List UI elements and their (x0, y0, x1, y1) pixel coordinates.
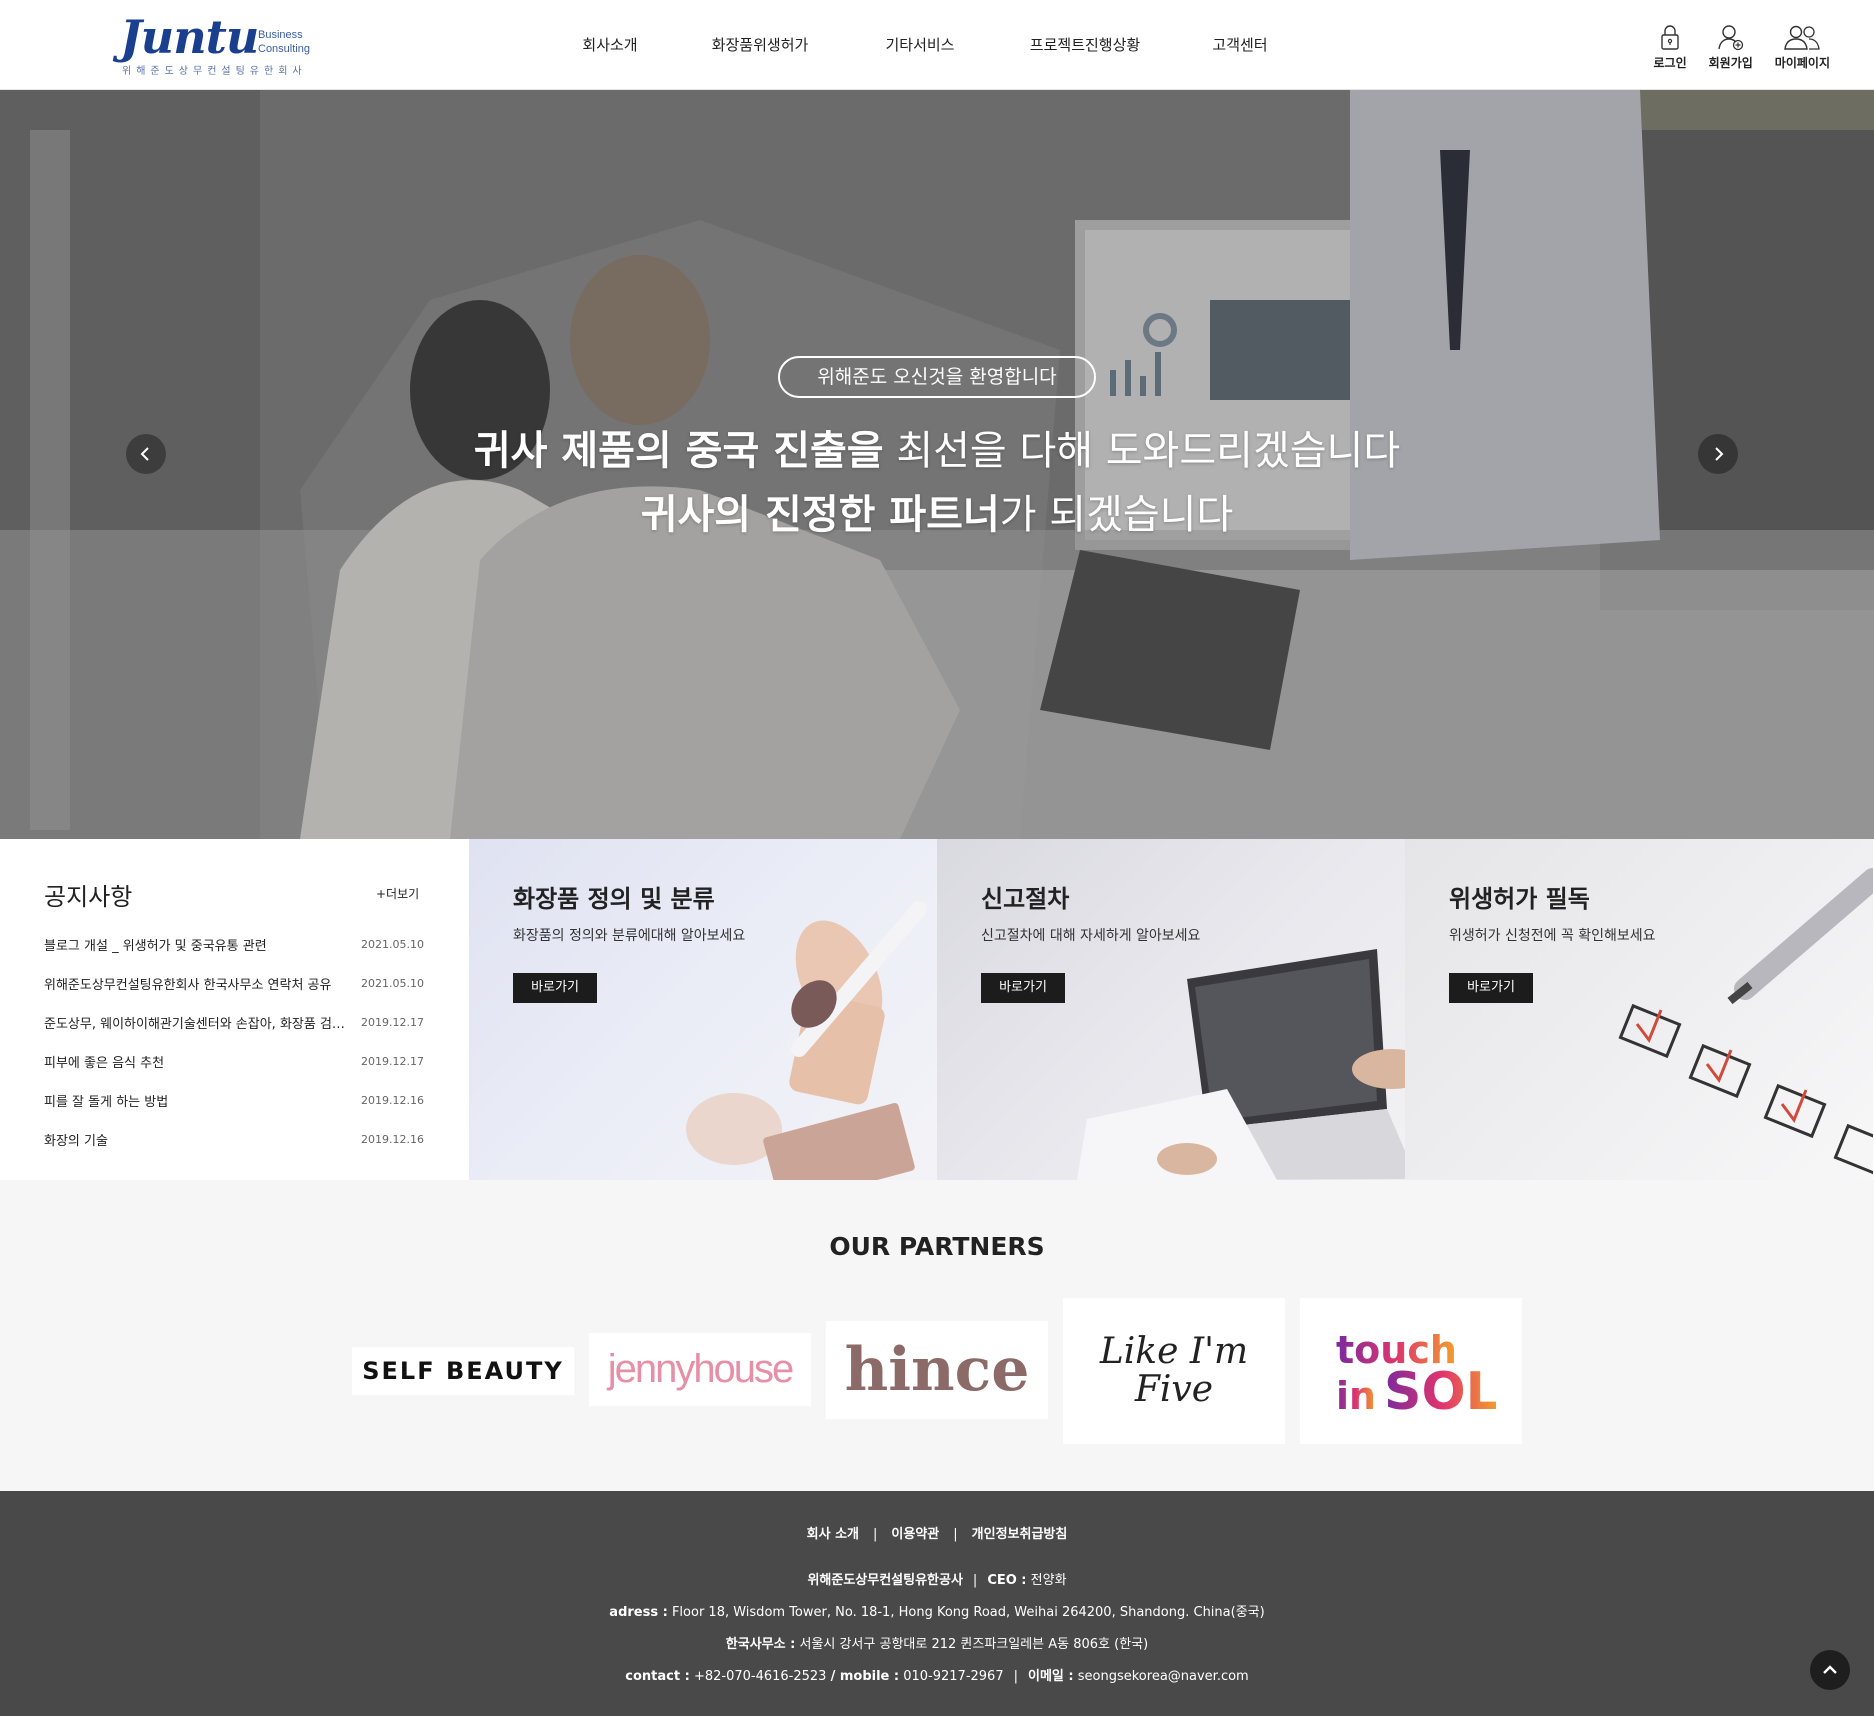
card-description: 신고절차에 대해 자세하게 알아보세요 (981, 928, 1201, 944)
logo-wordmark: Juntu (120, 10, 259, 64)
card-permit-must-read: 위생허가 필독 위생허가 신청전에 꼭 확인해보세요 바로가기 (1405, 839, 1873, 1180)
list-item: 피를 잘 돌게 하는 방법 2019.12.16 (44, 1081, 424, 1120)
list-item: 준도상무, 웨이하이해관기술센터와 손잡아, 화장품 검사 협력 2019.12.… (44, 1003, 424, 1042)
list-item: 피부에 좋은 음식 추천 2019.12.17 (44, 1042, 424, 1081)
partners-title: OUR PARTNERS (829, 1232, 1045, 1261)
signup-label: 회원가입 (1708, 56, 1753, 70)
card-title: 신고절차 (981, 885, 1070, 913)
site-footer: 회사 소개 | 이용약관 | 개인정보취급방침 위해준도상무컨설팅유한공사 | CEO : … (0, 1491, 1874, 1716)
partner-logo-self-beauty[interactable]: SELF BEAUTY (352, 1347, 574, 1395)
nav-item-company[interactable]: 회사소개 (560, 0, 660, 90)
footer-nav: 회사 소개 | 이용약관 | 개인정보취급방침 (806, 1527, 1068, 1542)
mypage-button[interactable]: 마이페이지 (1775, 22, 1830, 71)
card-description: 위생허가 신청전에 꼭 확인해보세요 (1449, 928, 1656, 944)
notice-item-title[interactable]: 피를 잘 돌게 하는 방법 (44, 1091, 168, 1110)
partner-logo-hince[interactable]: hince (826, 1321, 1048, 1419)
hero-headline-1: 귀사 제품의 중국 진출을 최선을 다해 도와드리겠습니다 (473, 428, 1401, 474)
list-item: 위해준도상무컨설팅유한회사 한국사무소 연락처 공유 2021.05.10 (44, 964, 424, 1003)
notice-item-title[interactable]: 위해준도상무컨설팅유한회사 한국사무소 연락처 공유 (44, 974, 331, 993)
hero-headline-2: 귀사의 진정한 파트너가 되겠습니다 (640, 492, 1234, 538)
nav-item-other-services[interactable]: 기타서비스 (860, 0, 980, 90)
chevron-up-icon (1823, 1665, 1837, 1674)
notice-item-date: 2019.12.16 (361, 1094, 424, 1107)
list-item: 블로그 개설 _ 위생허가 및 중국유통 관련 2021.05.10 (44, 925, 424, 964)
signup-button[interactable]: 회원가입 (1709, 22, 1753, 71)
notice-item-title[interactable]: 화장의 기술 (44, 1130, 108, 1149)
main-nav: 회사소개 화장품위생허가 기타서비스 프로젝트진행상황 고객센터 (560, 0, 1290, 90)
logo-tagline: Business Consulting (258, 29, 310, 55)
card-cosmetics-definition: 화장품 정의 및 분류 화장품의 정의와 분류에대해 알아보세요 바로가기 (469, 839, 937, 1180)
lock-icon (1661, 25, 1679, 50)
nav-item-project-status[interactable]: 프로젝트진행상황 (980, 0, 1190, 90)
scroll-top-button[interactable] (1810, 1650, 1850, 1690)
partner-logo-jennyhouse[interactable]: jennyhouse (589, 1333, 811, 1406)
logo-subtitle: 위해준도상무컨설팅유한회사 (122, 66, 307, 77)
card-go-button[interactable]: 바로가기 (513, 973, 597, 1003)
svg-text:in: in (1336, 1374, 1376, 1418)
footer-company-line: 위해준도상무컨설팅유한공사 | CEO : 전양화 (807, 1573, 1067, 1588)
notice-item-date: 2019.12.17 (361, 1016, 424, 1029)
slider-prev-button[interactable] (126, 434, 166, 474)
card-go-button[interactable]: 바로가기 (1449, 973, 1533, 1003)
footer-link-company[interactable]: 회사 소개 (807, 1527, 859, 1542)
notice-item-date: 2019.12.17 (361, 1055, 424, 1068)
nav-item-customer-center[interactable]: 고객센터 (1190, 0, 1290, 90)
chevron-left-icon (140, 447, 149, 461)
touch-in-sol-wordmark: touch in SOL (1336, 1328, 1496, 1421)
utility-menu: 로그인 회원가입 마이페이지 (1654, 22, 1830, 71)
site-header: Juntu Business Consulting 위해준도상무컨설팅유한회사 … (0, 0, 1874, 90)
notice-item-date: 2021.05.10 (361, 977, 424, 990)
info-row: 공지사항 +더보기 블로그 개설 _ 위생허가 및 중국유통 관련 2021.05… (0, 839, 1874, 1180)
notice-title: 공지사항 (44, 883, 133, 911)
slider-next-button[interactable] (1698, 434, 1738, 474)
partner-logo-like-im-five[interactable]: Like I'm Five (1063, 1298, 1285, 1444)
notice-item-title[interactable]: 피부에 좋은 음식 추천 (44, 1052, 164, 1071)
notice-item-date: 2019.12.16 (361, 1133, 424, 1146)
footer-link-privacy[interactable]: 개인정보취급방침 (972, 1527, 1068, 1542)
logo[interactable]: Juntu Business Consulting 위해준도상무컨설팅유한회사 (120, 12, 330, 78)
card-report-procedure: 신고절차 신고절차에 대해 자세하게 알아보세요 바로가기 (937, 839, 1405, 1180)
hero-slider: 위해준도 오신것을 환영합니다 귀사 제품의 중국 진출을 최선을 다해 도와드… (0, 90, 1874, 839)
notice-more-link[interactable]: +더보기 (376, 885, 419, 902)
notice-item-title[interactable]: 준도상무, 웨이하이해관기술센터와 손잡아, 화장품 검사 협력 (44, 1013, 354, 1032)
partners-section: OUR PARTNERS SELF BEAUTY jennyhouse hinc… (0, 1180, 1874, 1491)
card-title: 위생허가 필독 (1449, 885, 1590, 913)
footer-contact-line: contact : +82-070-4616-2523 / mobile : 0… (625, 1669, 1249, 1684)
notice-item-date: 2021.05.10 (361, 938, 424, 951)
card-description: 화장품의 정의와 분류에대해 알아보세요 (513, 928, 746, 944)
list-item: 화장의 기술 2019.12.16 (44, 1120, 424, 1159)
hero-welcome-badge: 위해준도 오신것을 환영합니다 (778, 356, 1096, 398)
mypage-label: 마이페이지 (1774, 56, 1830, 70)
footer-kr-office-line: 한국사무소 : 서울시 강서구 공항대로 212 퀸즈파크일레븐 A동 806호… (725, 1637, 1149, 1652)
card-go-button[interactable]: 바로가기 (981, 973, 1065, 1003)
footer-link-terms[interactable]: 이용약관 (891, 1527, 939, 1542)
users-icon (1784, 25, 1821, 50)
notice-board: 공지사항 +더보기 블로그 개설 _ 위생허가 및 중국유통 관련 2021.05… (0, 839, 469, 1180)
partner-logo-touch-in-sol[interactable]: touch in SOL (1300, 1298, 1522, 1444)
nav-item-cosmetics-permit[interactable]: 화장품위생허가 (660, 0, 860, 90)
chevron-right-icon (1715, 447, 1724, 461)
user-add-icon (1718, 25, 1743, 51)
notice-item-title[interactable]: 블로그 개설 _ 위생허가 및 중국유통 관련 (44, 935, 267, 954)
footer-address-line: adress : Floor 18, Wisdom Tower, No. 18-… (609, 1605, 1265, 1620)
login-button[interactable]: 로그인 (1654, 22, 1687, 71)
login-label: 로그인 (1653, 56, 1687, 70)
svg-text:SOL: SOL (1384, 1362, 1496, 1421)
card-title: 화장품 정의 및 분류 (513, 885, 715, 913)
notice-list: 블로그 개설 _ 위생허가 및 중국유통 관련 2021.05.10 위해준도상무… (44, 925, 424, 1159)
